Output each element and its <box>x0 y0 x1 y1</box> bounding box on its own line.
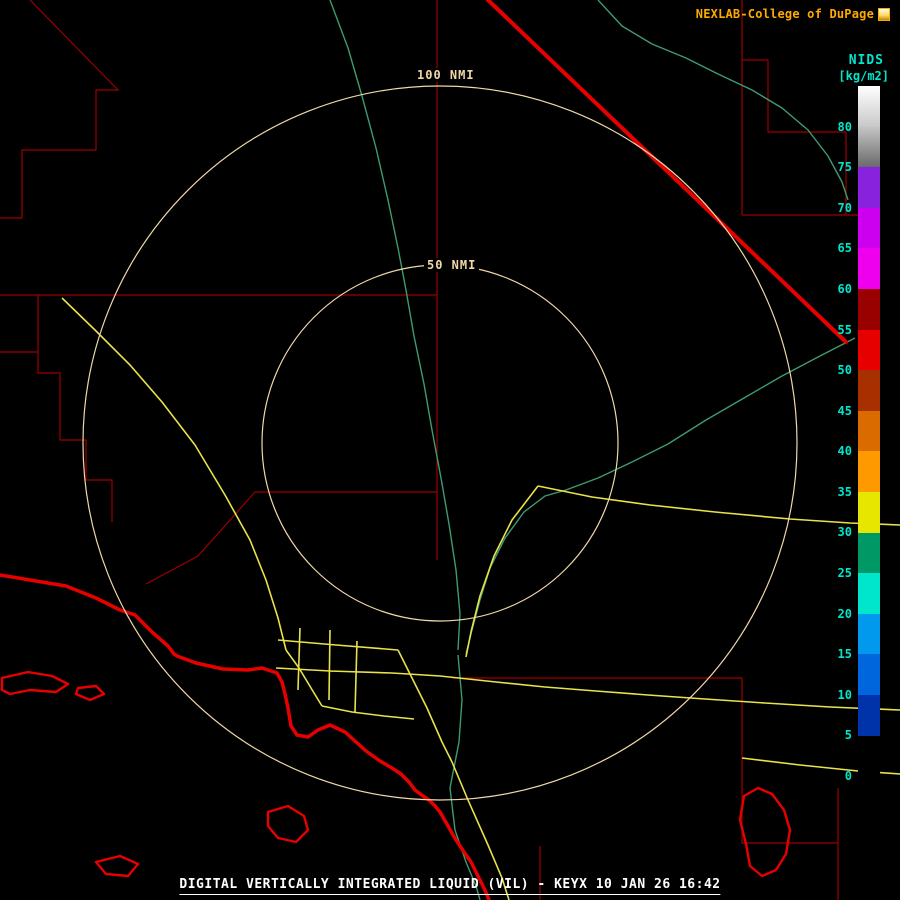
colorbar-tick-label: 5 <box>826 727 852 743</box>
units-label: [kg/m2] <box>838 69 889 83</box>
county-boundary-path <box>742 0 858 215</box>
colorbar-tick-label: 15 <box>826 646 852 662</box>
colorbar-tick-label: 80 <box>826 119 852 135</box>
island-outline <box>268 806 308 842</box>
colorbar-tick-label: 0 <box>826 768 852 784</box>
river-path <box>598 0 848 200</box>
product-code-label: NIDS <box>849 53 884 68</box>
coastline-layer <box>0 0 846 900</box>
colorbar-segment <box>858 533 880 574</box>
colorbar-tick-label: 70 <box>826 200 852 216</box>
radar-display: 100 NMI 50 NMI NEXLAB-College of DuPage … <box>0 0 900 900</box>
colorbar-tick-label: 35 <box>826 484 852 500</box>
colorbar-segment <box>858 411 880 452</box>
colorbar-tick-label: 75 <box>826 159 852 175</box>
colorbar-segment <box>858 736 880 777</box>
island-outline <box>76 686 104 700</box>
county-boundary-path <box>452 678 838 900</box>
colorbar-segment <box>858 614 880 655</box>
colorbar-tick-label: 50 <box>826 362 852 378</box>
colorbar-segment <box>858 330 880 371</box>
highway-path <box>276 628 452 762</box>
range-ring-label-50: 50 NMI <box>424 258 479 272</box>
colorbar-segment <box>858 208 880 249</box>
colorbar-segment <box>858 451 880 492</box>
colorbar-segment <box>858 86 880 127</box>
colorbar-tick-label: 45 <box>826 403 852 419</box>
colorbar-tick-label: 25 <box>826 565 852 581</box>
colorbar-tick-label: 40 <box>826 443 852 459</box>
range-ring-50 <box>262 265 618 621</box>
colorbar-segment <box>858 289 880 330</box>
colorbar-segment <box>858 167 880 208</box>
colorbar-tick-label: 55 <box>826 322 852 338</box>
brand-text: NEXLAB-College of DuPage <box>696 7 874 21</box>
colorbar-tick-label: 30 <box>826 524 852 540</box>
county-boundaries-layer <box>0 0 858 900</box>
colorbar-segment <box>858 127 880 168</box>
radar-map <box>0 0 900 900</box>
colorbar-segment <box>858 492 880 533</box>
coastline-path <box>0 575 489 900</box>
rivers-layer <box>330 0 855 900</box>
range-ring-label-100: 100 NMI <box>414 68 478 82</box>
colorbar-segment <box>858 695 880 736</box>
colorbar-segment <box>858 248 880 289</box>
island-outline <box>96 856 138 876</box>
lake-outline <box>740 788 790 876</box>
island-outline <box>2 672 68 694</box>
county-boundary-path <box>146 492 255 584</box>
colorbar-segment <box>858 573 880 614</box>
river-path <box>466 338 855 654</box>
colorbar-segment <box>858 370 880 411</box>
colorbar-segment <box>858 654 880 695</box>
colorbar-tick-label: 60 <box>826 281 852 297</box>
product-title: DIGITAL VERTICALLY INTEGRATED LIQUID (VI… <box>179 877 720 895</box>
cod-logo-icon <box>878 8 890 21</box>
county-boundary-path <box>38 295 112 522</box>
colorbar-segments <box>858 86 880 776</box>
colorbar-tick-label: 10 <box>826 687 852 703</box>
state-border-path <box>488 0 846 342</box>
river-path <box>450 655 480 900</box>
county-boundary-path <box>0 0 118 218</box>
colorbar-tick-label: 20 <box>826 606 852 622</box>
highway-path <box>466 486 538 657</box>
colorbar-tick-label: 65 <box>826 240 852 256</box>
